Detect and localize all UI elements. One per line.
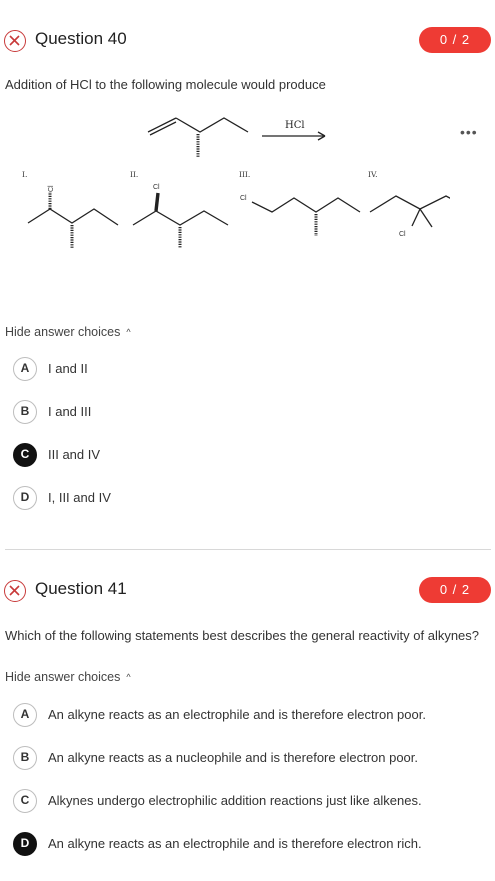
hide-answer-choices-toggle[interactable]: Hide answer choices ^	[5, 325, 131, 339]
choice-text: An alkyne reacts as a nucleophile and is…	[48, 750, 419, 765]
numeral-2: II.	[130, 170, 138, 179]
question-prompt: Addition of HCl to the following molecul…	[5, 77, 326, 92]
chevron-up-icon: ^	[126, 672, 131, 682]
score-badge: 0 / 2	[419, 27, 491, 53]
chlorine-label-3: Cl	[240, 195, 247, 202]
product-3	[251, 197, 361, 236]
numeral-3: III.	[239, 170, 250, 179]
hide-label: Hide answer choices	[5, 325, 121, 339]
choice-text: I and III	[48, 404, 92, 419]
choice-text: I and II	[48, 361, 88, 376]
hide-answer-choices-toggle[interactable]: Hide answer choices ^	[5, 670, 131, 684]
choice-text: I, III and IV	[48, 490, 111, 505]
choice-letter: A	[13, 357, 37, 381]
question-prompt: Which of the following statements best d…	[5, 628, 480, 643]
chlorine-label-2: Cl	[153, 184, 160, 191]
choice-letter: A	[13, 703, 37, 727]
hide-label: Hide answer choices	[5, 670, 121, 684]
product-2	[132, 192, 229, 248]
chlorine-label-1: Cl	[48, 185, 55, 192]
chevron-up-icon: ^	[126, 327, 131, 337]
choice-letter-selected: D	[13, 832, 37, 856]
question-title: Question 41	[35, 579, 127, 598]
question-41-header: Question 41 0 / 2	[0, 574, 495, 606]
more-dots-icon[interactable]: •••	[460, 124, 478, 140]
choice-letter: C	[13, 789, 37, 813]
numeral-1: I.	[22, 170, 27, 179]
choice-letter-selected: C	[13, 443, 37, 467]
reaction-arrow	[262, 131, 326, 141]
question-title: Question 40	[35, 29, 127, 48]
question-divider	[5, 549, 491, 550]
numeral-4: IV.	[368, 170, 377, 179]
product-4	[369, 195, 450, 228]
choice-letter: D	[13, 486, 37, 510]
x-circle-icon	[4, 580, 26, 602]
score-badge: 0 / 2	[419, 577, 491, 603]
product-1	[27, 192, 119, 248]
molecule-figure: I. II. III. IV. Cl Cl Cl Cl HCl	[22, 117, 450, 248]
choice-text: An alkyne reacts as an electrophile and …	[48, 836, 422, 851]
choice-text: An alkyne reacts as an electrophile and …	[48, 707, 426, 722]
choice-text: Alkynes undergo electrophilic addition r…	[48, 793, 422, 808]
x-circle-icon	[4, 30, 26, 52]
question-40-header: Question 40 0 / 2	[0, 24, 495, 56]
choice-letter: B	[13, 746, 37, 770]
reagent-label: HCl	[285, 120, 305, 131]
chlorine-label-4: Cl	[399, 231, 406, 238]
choice-text: III and IV	[48, 447, 101, 462]
choice-letter: B	[13, 400, 37, 424]
starting-alkene	[147, 117, 249, 158]
